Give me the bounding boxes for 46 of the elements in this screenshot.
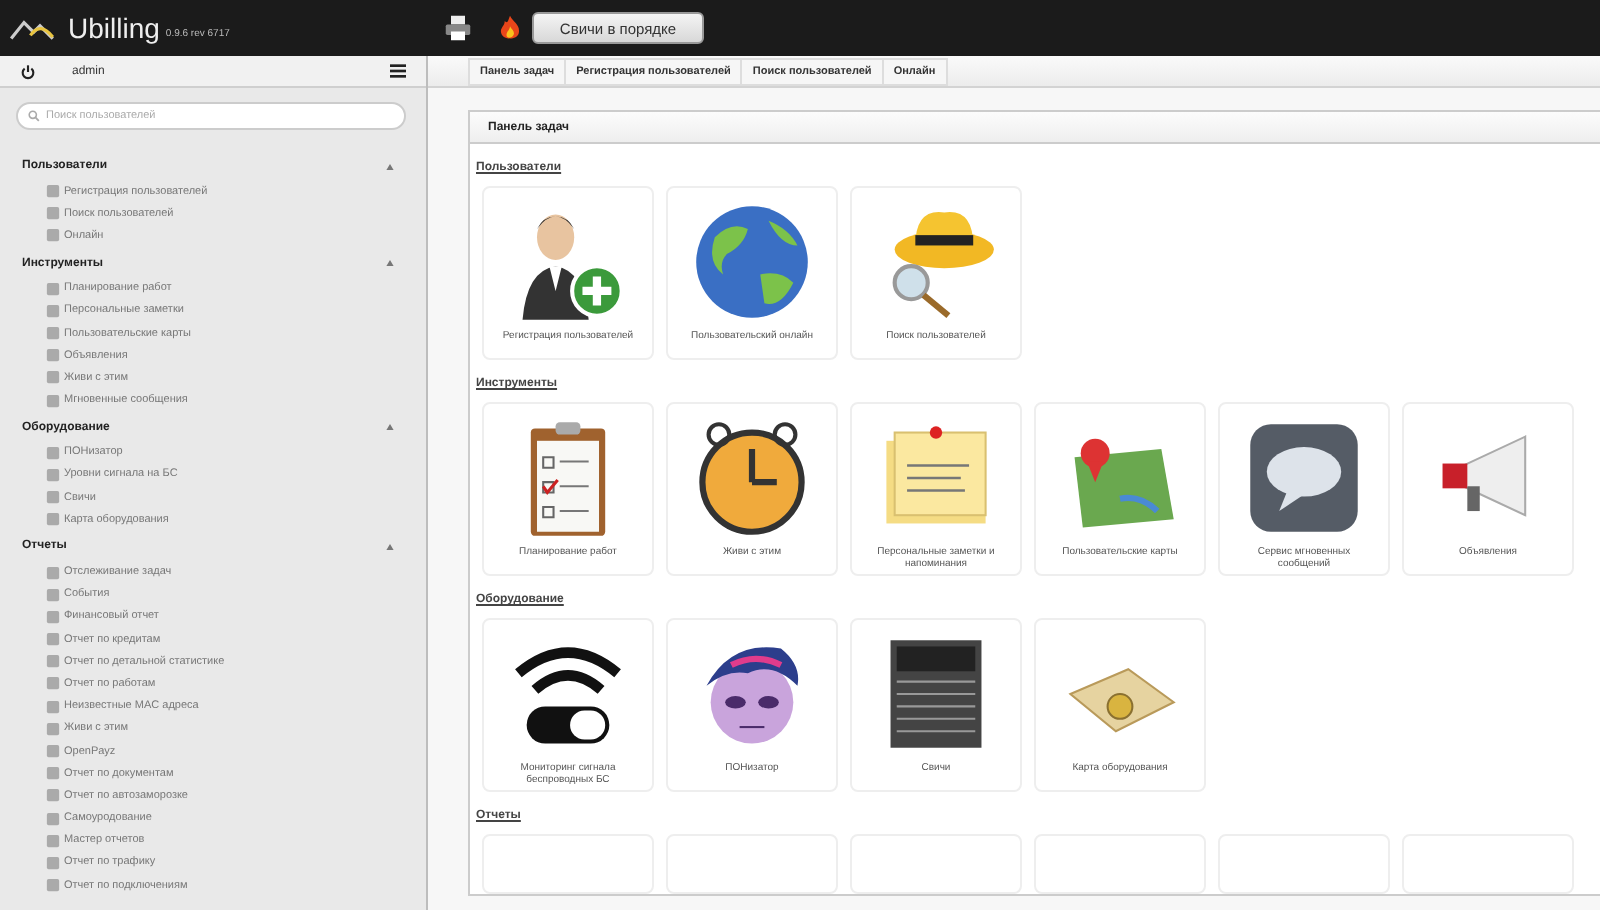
square-icon: [46, 206, 60, 221]
square-icon: [46, 609, 60, 624]
square-icon: [46, 512, 60, 527]
dashboard-tile[interactable]: [666, 834, 838, 894]
caret-icon[interactable]: [386, 424, 394, 431]
square-icon: [46, 281, 60, 296]
square-icon: [46, 393, 60, 408]
square-icon: [46, 184, 60, 199]
square-icon: [46, 467, 60, 482]
square-icon: [46, 788, 60, 803]
square-icon: [46, 766, 60, 781]
menu-icon[interactable]: [390, 64, 406, 78]
logo-icon: [8, 15, 56, 41]
square-icon: [46, 565, 60, 580]
square-icon: [46, 348, 60, 363]
square-icon: [46, 445, 60, 460]
square-icon: [46, 744, 60, 759]
dashboard-tile[interactable]: [482, 834, 654, 894]
square-icon: [46, 228, 60, 243]
caret-icon[interactable]: [386, 260, 394, 267]
square-icon: [46, 721, 60, 736]
square-icon: [46, 326, 60, 341]
dashboard-tile[interactable]: [1218, 834, 1390, 894]
square-icon: [46, 370, 60, 385]
square-icon: [46, 811, 60, 826]
square-icon: [46, 699, 60, 714]
square-icon: [46, 632, 60, 647]
caret-icon[interactable]: [386, 543, 394, 550]
dashboard-tile[interactable]: [1402, 834, 1574, 894]
caret-icon[interactable]: [386, 163, 394, 169]
printer-icon[interactable]: [444, 14, 472, 42]
square-icon: [46, 676, 60, 691]
square-icon: [46, 878, 60, 893]
search-icon: [28, 110, 40, 122]
square-icon: [46, 833, 60, 848]
brand-name: Ubilling: [68, 12, 160, 44]
globe-icon: [690, 200, 814, 324]
square-icon: [46, 855, 60, 870]
dashboard-tile[interactable]: [850, 834, 1022, 894]
fire-icon: [496, 12, 524, 44]
power-icon[interactable]: [20, 63, 36, 79]
square-icon: [46, 587, 60, 602]
square-icon: [46, 303, 60, 318]
square-icon: [46, 490, 60, 505]
dashboard-tile[interactable]: [1034, 834, 1206, 894]
square-icon: [46, 654, 60, 669]
